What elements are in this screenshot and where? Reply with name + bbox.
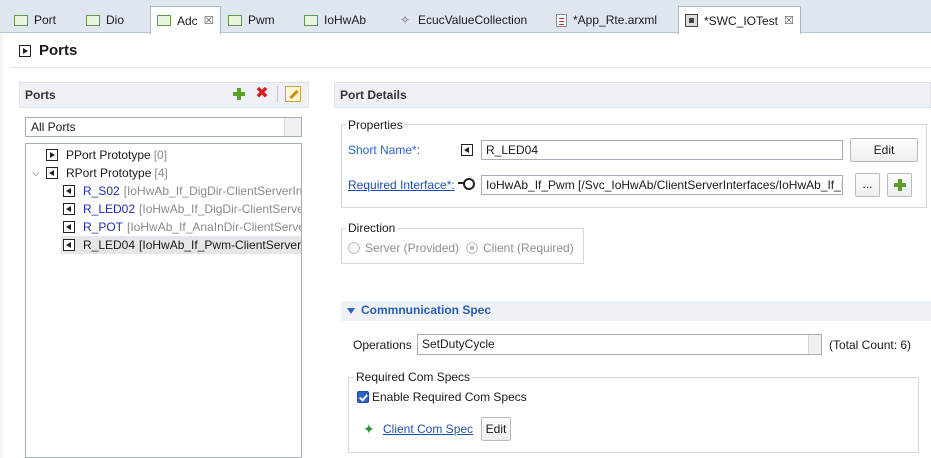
rport-icon [63, 221, 75, 233]
port-section-icon [19, 45, 31, 57]
tree-node-rport[interactable]: ⌵ RPort Prototype [4] [32, 164, 168, 182]
client-com-spec-link[interactable]: Client Com Spec [383, 422, 473, 436]
port-name: R_LED02 [83, 202, 136, 216]
tab-label: *App_Rte.arxml [573, 13, 658, 27]
server-radio-label: Server (Provided) [365, 241, 460, 255]
port-interface: [IoHwAb_If_DigDir-ClientServer [139, 202, 302, 216]
module-icon [228, 14, 242, 26]
port-name: R_POT [83, 220, 124, 234]
tree-item-r-pot[interactable]: R_POT [IoHwAb_If_AnaInDir-ClientServer [63, 218, 302, 236]
port-interface: [IoHwAb_If_DigDir-ClientServerInt [123, 184, 302, 198]
port-interface: [IoHwAb_If_AnaInDir-ClientServer [127, 220, 302, 234]
direction-group-label: Direction [346, 221, 398, 235]
expand-triangle-icon[interactable] [347, 308, 355, 314]
port-details-header [334, 82, 931, 108]
port-filter-combo[interactable]: All Ports [25, 117, 302, 137]
tab-label: Pwm [248, 13, 275, 27]
delete-icon[interactable]: ✖ [254, 86, 270, 102]
tab-label: Adc [177, 13, 198, 28]
tab-label: IoHwAb [324, 13, 367, 27]
tree-node-count: [4] [154, 166, 168, 180]
tab-adc[interactable]: Adc ☒ [150, 6, 221, 34]
editor-tab-bar: Port Dio Adc ☒ Pwm IoHwAb ✧ EcucValueCol… [0, 0, 931, 34]
browse-interface-button[interactable]: ... [855, 173, 880, 197]
tree-item-r-s02[interactable]: R_S02 [IoHwAb_If_DigDir-ClientServerInt [63, 182, 302, 200]
arxml-file-icon [556, 13, 567, 27]
rport-icon [63, 239, 75, 251]
rport-icon [461, 144, 473, 156]
communication-spec-title[interactable]: Commnunication Spec [361, 303, 491, 317]
component-icon [685, 14, 698, 27]
tab-ecucvaluecollection[interactable]: ✧ EcucValueCollection [392, 7, 533, 33]
tab-dio[interactable]: Dio [80, 7, 130, 33]
port-name: R_S02 [83, 184, 120, 198]
tab-pwm[interactable]: Pwm [222, 7, 281, 33]
enable-required-com-specs-label[interactable]: Enable Required Com Specs [372, 390, 527, 404]
module-icon [86, 14, 100, 26]
tree-node-label: RPort Prototype [66, 166, 152, 180]
module-icon [304, 14, 318, 26]
required-com-specs-label: Required Com Specs [354, 370, 473, 384]
interface-reference-icon [458, 177, 475, 190]
operations-value: SetDutyCycle [422, 337, 495, 351]
header-divider [10, 67, 931, 68]
properties-group-label: Properties [346, 118, 405, 132]
close-tab-icon[interactable]: ☒ [204, 14, 214, 27]
tab-iohwab[interactable]: IoHwAb [298, 7, 372, 33]
client-radio[interactable] [466, 242, 478, 254]
close-tab-icon[interactable]: ☒ [784, 14, 794, 27]
required-interface-field[interactable]: IoHwAb_If_Pwm [/Svc_IoHwAb/ClientServerI… [481, 175, 843, 195]
add-interface-button[interactable] [887, 173, 912, 197]
gear-icon: ✧ [399, 13, 411, 27]
ports-panel-title: Ports [25, 88, 56, 102]
client-radio-label: Client (Required) [483, 241, 574, 255]
properties-group [341, 124, 927, 208]
tree-node-pport[interactable]: PPort Prototype [0] [32, 146, 167, 164]
rport-icon [46, 167, 58, 179]
port-interface: [IoHwAb_If_Pwm-ClientServerIn [139, 238, 302, 252]
rport-icon [63, 203, 75, 215]
page-title: Ports [39, 42, 78, 59]
client-com-spec-edit-button[interactable]: Edit [481, 417, 511, 441]
add-icon[interactable] [232, 87, 246, 101]
toolbar-separator [277, 86, 278, 102]
short-name-field[interactable]: R_LED04 [481, 140, 843, 160]
chevron-down-icon[interactable]: ⌵ [32, 168, 42, 179]
edit-short-name-button[interactable]: Edit [850, 138, 918, 162]
ports-tree[interactable]: PPort Prototype [0] ⌵ RPort Prototype [4… [25, 143, 302, 458]
operations-label: Operations [353, 338, 412, 352]
com-spec-icon: ✦ [363, 421, 375, 437]
tab-label: Port [34, 13, 57, 27]
required-interface-link[interactable]: Required Interface*: [348, 178, 455, 192]
window-edge [0, 33, 3, 458]
required-com-specs-group [348, 377, 919, 453]
combo-button[interactable] [284, 118, 301, 136]
port-name: R_LED04 [83, 238, 136, 252]
tree-item-r-led02[interactable]: R_LED02 [IoHwAb_If_DigDir-ClientServer [63, 200, 302, 218]
tab-label: EcucValueCollection [418, 13, 528, 27]
tab-label: Dio [106, 13, 125, 27]
tree-node-label: PPort Prototype [66, 148, 151, 162]
rport-icon [63, 185, 75, 197]
module-icon [157, 15, 171, 26]
tab-app-rte-arxml[interactable]: *App_Rte.arxml [550, 7, 663, 33]
combo-button[interactable] [808, 335, 821, 354]
tab-label: *SWC_IOTest [704, 13, 779, 28]
port-details-title: Port Details [340, 88, 407, 102]
tree-node-count: [0] [153, 148, 168, 162]
enable-required-com-specs-checkbox[interactable] [357, 391, 369, 403]
module-icon [14, 14, 28, 26]
pport-icon [46, 149, 58, 161]
tab-swc-iotest[interactable]: *SWC_IOTest ☒ [678, 6, 801, 34]
server-radio[interactable] [348, 242, 360, 254]
short-name-label: Short Name*: [348, 143, 421, 157]
tree-item-r-led04[interactable]: R_LED04 [IoHwAb_If_Pwm-ClientServerIn [61, 236, 301, 254]
operations-total-count: (Total Count: 6) [829, 338, 912, 352]
port-filter-value: All Ports [31, 120, 76, 134]
edit-icon[interactable] [285, 86, 301, 102]
operations-combo[interactable]: SetDutyCycle [417, 334, 822, 355]
tab-port[interactable]: Port [8, 7, 62, 33]
